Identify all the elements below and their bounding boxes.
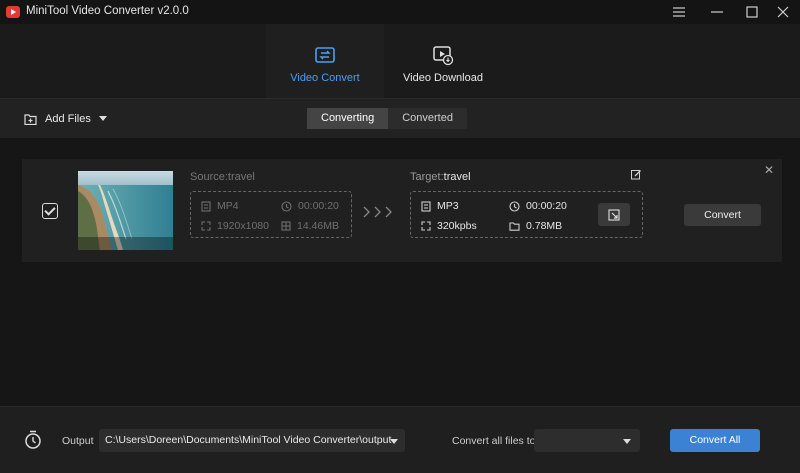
target-name: travel xyxy=(443,171,471,183)
target-size: 0.78MB xyxy=(509,220,562,232)
target-label: Target: xyxy=(410,171,444,183)
resolution-icon xyxy=(421,221,431,231)
download-icon xyxy=(433,46,454,66)
output-label: Output xyxy=(62,435,94,447)
minimize-button[interactable] xyxy=(702,0,732,24)
tab-converted[interactable]: Converted xyxy=(388,108,467,129)
list-item: Source:travel MP4 00:00:20 1920x1080 14.… xyxy=(22,159,782,262)
clock-icon xyxy=(509,200,520,212)
tab-label: Video Download xyxy=(403,72,483,84)
target-bitrate: 320kpbs xyxy=(421,220,477,232)
add-files-button[interactable]: Add Files xyxy=(24,111,91,127)
tab-video-convert[interactable]: Video Convert xyxy=(266,24,384,98)
file-format-icon xyxy=(421,200,431,212)
source-resolution: 1920x1080 xyxy=(201,220,269,232)
output-format-button[interactable] xyxy=(598,203,630,226)
tab-label: Video Convert xyxy=(290,72,360,84)
app-logo-icon xyxy=(6,6,20,18)
file-list: Source:travel MP4 00:00:20 1920x1080 14.… xyxy=(0,138,800,406)
source-format: MP4 xyxy=(201,200,239,212)
add-files-label: Add Files xyxy=(45,113,91,125)
video-thumbnail xyxy=(78,171,173,250)
schedule-timer-icon[interactable] xyxy=(24,430,42,450)
main-navigation: Video Convert Video Download xyxy=(0,24,800,98)
chevron-down-icon[interactable] xyxy=(623,439,631,444)
source-label: Source: xyxy=(190,171,228,183)
close-icon xyxy=(777,6,789,18)
conversion-arrows-icon xyxy=(362,205,394,219)
target-select-icon xyxy=(608,208,620,221)
item-checkbox[interactable] xyxy=(42,203,58,219)
tab-converting[interactable]: Converting xyxy=(307,108,389,129)
source-duration: 00:00:20 xyxy=(281,200,339,212)
app-title: MiniTool Video Converter v2.0.0 xyxy=(26,5,189,17)
source-title: Source:travel xyxy=(190,171,255,183)
file-format-icon xyxy=(201,200,211,212)
maximize-button[interactable] xyxy=(737,0,767,24)
source-size: 14.46MB xyxy=(281,220,339,232)
convert-icon xyxy=(315,47,335,63)
footer-bar: Output C:\Users\Doreen\Documents\MiniToo… xyxy=(0,406,800,473)
maximize-icon xyxy=(746,6,758,18)
minimize-icon xyxy=(711,11,723,13)
source-info-box: MP4 00:00:20 1920x1080 14.46MB xyxy=(190,191,352,238)
resolution-icon xyxy=(201,221,211,231)
toolbar: Add Files Converting Converted xyxy=(0,98,800,138)
add-folder-icon xyxy=(24,114,37,125)
target-duration: 00:00:20 xyxy=(509,200,567,212)
title-bar: MiniTool Video Converter v2.0.0 xyxy=(0,0,800,24)
convert-button[interactable]: Convert xyxy=(684,204,761,226)
tab-video-download[interactable]: Video Download xyxy=(384,24,502,98)
menu-button[interactable] xyxy=(664,0,694,24)
close-button[interactable] xyxy=(768,0,798,24)
edit-icon[interactable] xyxy=(631,169,642,180)
clock-icon xyxy=(281,200,292,212)
output-path-select[interactable]: C:\Users\Doreen\Documents\MiniTool Video… xyxy=(99,429,405,452)
chevron-down-icon[interactable] xyxy=(390,439,398,444)
source-name: travel xyxy=(227,171,255,183)
file-size-icon xyxy=(281,221,291,231)
convert-all-to-label: Convert all files to xyxy=(452,435,536,447)
target-title: Target:travel xyxy=(410,171,471,183)
folder-icon xyxy=(509,222,520,231)
target-format: MP3 xyxy=(421,200,459,212)
status-tabs: Converting Converted xyxy=(307,108,467,129)
add-files-dropdown-icon[interactable] xyxy=(99,116,107,121)
menu-icon xyxy=(673,7,685,17)
convert-all-button[interactable]: Convert All xyxy=(670,429,760,452)
remove-item-icon[interactable]: ✕ xyxy=(764,163,774,177)
